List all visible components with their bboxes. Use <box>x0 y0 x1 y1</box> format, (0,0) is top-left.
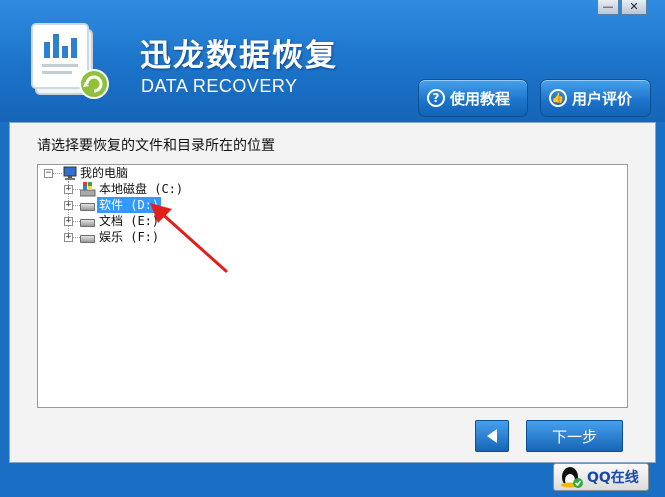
main-panel: 请选择要恢复的文件和目录所在的位置 − 我的电脑 + 本地磁盘 (C:) + 软… <box>9 122 656 463</box>
tree-connector <box>72 237 80 238</box>
close-button[interactable]: ✕ <box>621 0 647 15</box>
instruction-text: 请选择要恢复的文件和目录所在的位置 <box>37 138 275 154</box>
tree-root-label[interactable]: 我的电脑 <box>80 165 128 181</box>
expand-toggle[interactable]: + <box>64 185 73 194</box>
qq-online-button[interactable]: QQ在线 <box>553 463 649 491</box>
annotation-arrow-icon <box>150 203 228 273</box>
tree-connector <box>72 189 80 190</box>
drive-icon <box>80 203 95 211</box>
windows-drive-icon <box>80 182 96 197</box>
expand-toggle[interactable]: + <box>64 233 73 242</box>
thumbs-up-icon: 👍 <box>549 89 567 107</box>
tree-connector <box>72 205 80 206</box>
minimize-button[interactable]: — <box>597 0 619 15</box>
app-logo-icon <box>31 23 109 99</box>
app-title: 迅龙数据恢复 <box>140 38 338 74</box>
header-bar: — ✕ 迅龙数据恢复 DATA RECOVERY ? 使用教程 👍 用户评价 <box>0 0 665 122</box>
drive-tree[interactable]: − 我的电脑 + 本地磁盘 (C:) + 软件 (D:) + 文档 (E:) +… <box>37 164 628 408</box>
qq-label: QQ在线 <box>587 470 639 486</box>
reviews-button[interactable]: 👍 用户评价 <box>540 79 651 117</box>
tree-item-c[interactable]: 本地磁盘 (C:) <box>99 181 183 197</box>
drive-icon <box>80 235 95 243</box>
help-icon: ? <box>427 89 445 107</box>
expand-toggle[interactable]: + <box>64 217 73 226</box>
qq-penguin-icon <box>561 467 583 488</box>
next-step-button[interactable]: 下一步 <box>526 420 623 452</box>
tutorial-label: 使用教程 <box>450 89 511 108</box>
tree-connector <box>72 221 80 222</box>
reviews-label: 用户评价 <box>572 89 633 108</box>
arrow-left-icon <box>487 429 497 443</box>
computer-icon <box>63 166 77 180</box>
drive-icon <box>80 219 95 227</box>
back-button[interactable] <box>475 420 509 452</box>
tree-connector <box>52 173 62 174</box>
tutorial-button[interactable]: ? 使用教程 <box>418 79 528 117</box>
expand-toggle[interactable]: + <box>64 201 73 210</box>
app-subtitle: DATA RECOVERY <box>141 76 298 96</box>
collapse-toggle[interactable]: − <box>44 169 53 178</box>
